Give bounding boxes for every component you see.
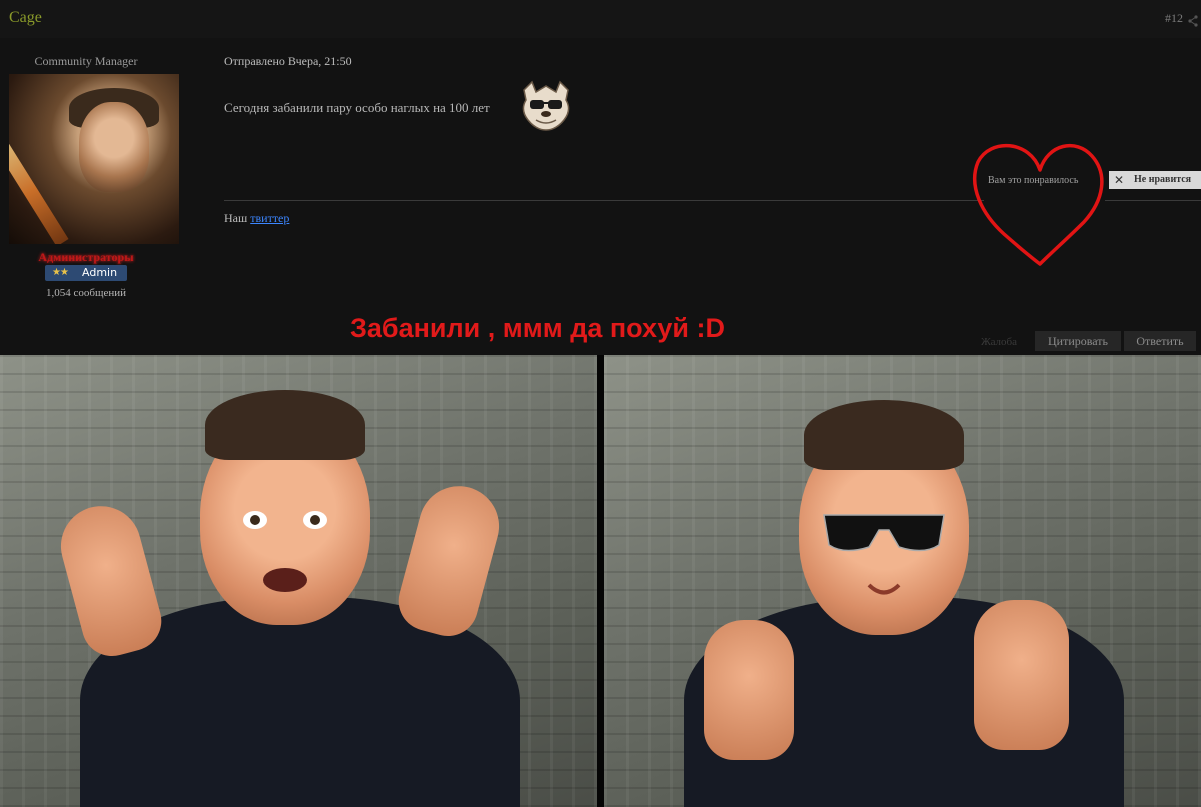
photo-hair — [804, 400, 964, 470]
post-header: Cage #12 — [0, 0, 1201, 39]
dislike-button-label: Не нравится — [1134, 174, 1192, 185]
avatar-face — [79, 102, 149, 192]
photo-hair — [205, 390, 365, 460]
quote-button[interactable]: Цитировать — [1035, 331, 1121, 351]
post-number-link[interactable]: #12 — [1165, 11, 1183, 26]
report-link[interactable]: Жалоба — [981, 336, 1017, 348]
post-author-name[interactable]: Cage — [9, 9, 42, 27]
annotation-caption: Забанили , ммм да похуй :D — [350, 313, 725, 343]
signature-divider — [224, 200, 984, 201]
star-icon: ★★ — [52, 267, 69, 278]
post-meta: Отправлено Вчера, 21:50 — [224, 54, 352, 68]
cool-dog-smiley-icon — [518, 80, 574, 136]
photo-divider — [597, 355, 604, 807]
message-count: 1,054 сообщений — [46, 287, 126, 299]
close-icon: ✕ — [1114, 173, 1125, 187]
user-rank: Community Manager — [34, 54, 138, 68]
admin-badge: ★★ Admin — [45, 265, 127, 281]
photo-thumbs-up — [604, 355, 1201, 807]
admin-badge-label: Admin — [82, 266, 118, 279]
post-body: Community Manager Администраторы ★★ Admi… — [0, 38, 1201, 355]
twitter-link[interactable]: твиттер — [250, 211, 289, 225]
signature-divider-right — [1105, 200, 1201, 201]
user-group: Администраторы — [38, 250, 134, 264]
post-text: Сегодня забанили пару особо наглых на 10… — [224, 100, 490, 115]
photo-hand-right — [391, 477, 509, 643]
dislike-button[interactable]: ✕ Не нравится — [1109, 171, 1201, 189]
thumbs-up-right — [974, 600, 1069, 750]
avatar-blade — [9, 137, 69, 244]
photo-hand-left — [51, 497, 169, 663]
thumbs-up-left — [704, 620, 794, 760]
photo-surprised — [0, 355, 597, 807]
reply-button[interactable]: Ответить — [1124, 331, 1196, 351]
avatar[interactable] — [9, 74, 179, 244]
signature-prefix: Наш — [224, 211, 251, 225]
signature: Наш твиттер — [224, 211, 289, 226]
share-icon[interactable] — [1188, 12, 1198, 31]
heart-annotation-icon — [968, 134, 1108, 273]
